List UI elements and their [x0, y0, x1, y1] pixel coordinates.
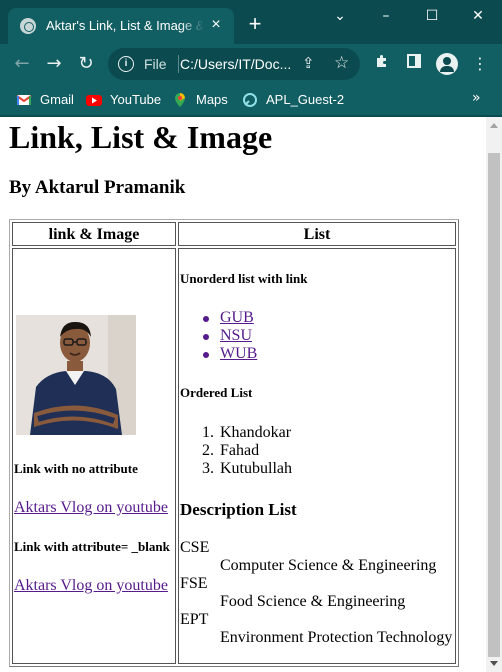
page-title: Link, List & Image	[9, 119, 273, 155]
bookmark-label: APL_Guest-2	[266, 92, 345, 107]
description-detail: Environment Protection Technology	[220, 629, 453, 646]
bookmark-apl-guest[interactable]: APL_Guest-2	[242, 91, 344, 109]
bookmarks-overflow-icon[interactable]: »	[472, 90, 481, 106]
profile-photo	[16, 315, 136, 435]
header-link-image: link & Image	[48, 226, 140, 243]
ordered-marker: 2.	[202, 442, 214, 459]
description-term: FSE	[180, 575, 208, 592]
youtube-icon	[86, 92, 102, 108]
bookmark-gmail[interactable]: Gmail	[16, 91, 76, 109]
reload-button[interactable]: ↻	[74, 52, 98, 76]
ordered-item: Fahad	[220, 442, 260, 459]
browser-titlebar: Aktar's Link, List & Image & Ta × + ⌄ – …	[0, 0, 502, 44]
minimize-button[interactable]: –	[366, 6, 406, 26]
youtube-link-new-tab[interactable]: Aktars Vlog on youtube	[14, 577, 168, 595]
url-text[interactable]: C:/Users/IT/Doc...	[180, 56, 292, 72]
omnibox-divider	[178, 55, 179, 73]
new-tab-button[interactable]: +	[244, 13, 266, 36]
description-term: CSE	[180, 539, 210, 556]
tab-search-icon[interactable]: ⌄	[320, 6, 360, 26]
list-bullet	[203, 352, 209, 358]
ordered-list-title: Ordered List	[180, 385, 253, 400]
side-panel-icon[interactable]	[402, 52, 426, 76]
close-window-button[interactable]: ✕	[458, 6, 498, 26]
gmail-icon	[16, 92, 32, 108]
bookmark-maps[interactable]: Maps	[172, 91, 232, 109]
label-no-attribute: Link with no attribute	[14, 461, 138, 476]
profile-avatar-icon[interactable]	[436, 53, 458, 75]
list-bullet	[203, 334, 209, 340]
page-viewport: Link, List & Image By Aktarul Pramanik l…	[0, 117, 486, 672]
bookmark-label: Gmail	[40, 92, 74, 107]
description-term: EPT	[180, 611, 209, 628]
header-list: List	[303, 226, 331, 243]
extensions-puzzle-icon[interactable]	[370, 52, 394, 76]
bookmark-youtube[interactable]: YouTube	[86, 91, 162, 109]
maps-icon	[172, 92, 188, 108]
link-image-cell: Link with no attribute Aktars Vlog on yo…	[12, 248, 176, 664]
menu-kebab-icon[interactable]: ⋮	[468, 52, 492, 76]
browser-toolbar: ← → ↻ i File C:/Users/IT/Doc... ⇪ ☆ ⋮	[0, 44, 502, 84]
list-link-gub[interactable]: GUB	[220, 309, 254, 327]
label-attribute-blank: Link with attribute= _blank	[14, 539, 170, 554]
bookmark-star-icon[interactable]: ☆	[334, 53, 349, 73]
youtube-link-same-tab[interactable]: Aktars Vlog on youtube	[14, 499, 168, 517]
description-detail: Food Science & Engineering	[220, 593, 406, 610]
site-info-icon[interactable]: i	[118, 56, 134, 72]
scroll-down-arrow-icon[interactable]	[490, 661, 498, 666]
browser-tab[interactable]: Aktar's Link, List & Image & Ta ×	[8, 8, 234, 44]
forward-button[interactable]: →	[42, 52, 66, 76]
table-header-cell: List	[178, 222, 456, 246]
author-heading: By Aktarul Pramanik	[9, 177, 186, 198]
apl-icon	[242, 92, 258, 108]
scroll-up-arrow-icon[interactable]	[490, 123, 498, 128]
list-cell: Unorderd list with link GUB NSU WUB Orde…	[178, 248, 456, 664]
address-bar[interactable]: i File C:/Users/IT/Doc... ⇪ ☆	[108, 48, 360, 80]
list-bullet	[203, 316, 209, 322]
list-link-nsu[interactable]: NSU	[220, 327, 252, 345]
ordered-marker: 3.	[202, 460, 214, 477]
tab-close-icon[interactable]: ×	[206, 15, 226, 35]
bookmarks-bar: Gmail YouTube Maps APL_Guest-2 »	[0, 84, 502, 116]
list-link-wub[interactable]: WUB	[220, 345, 257, 363]
tab-title: Aktar's Link, List & Image & Ta	[46, 18, 204, 33]
ordered-marker: 1.	[202, 424, 214, 441]
ordered-item: Khandokar	[220, 424, 292, 441]
globe-icon	[20, 18, 36, 34]
scrollbar-thumb[interactable]	[488, 153, 500, 657]
url-scheme-chip: File	[144, 56, 167, 72]
ordered-item: Kutubullah	[220, 460, 292, 477]
content-table: link & Image List Link with no attribute…	[9, 219, 459, 667]
table-header-cell: link & Image	[12, 222, 176, 246]
share-icon[interactable]: ⇪	[302, 54, 315, 72]
description-list-title: Description List	[180, 500, 297, 519]
bookmark-label: YouTube	[110, 92, 162, 107]
maximize-button[interactable]: ☐	[412, 6, 452, 26]
unordered-list-title: Unorderd list with link	[180, 271, 308, 286]
vertical-scrollbar[interactable]	[486, 117, 502, 672]
description-detail: Computer Science & Engineering	[220, 557, 437, 574]
back-button[interactable]: ←	[10, 52, 34, 76]
bookmark-label: Maps	[196, 92, 228, 107]
